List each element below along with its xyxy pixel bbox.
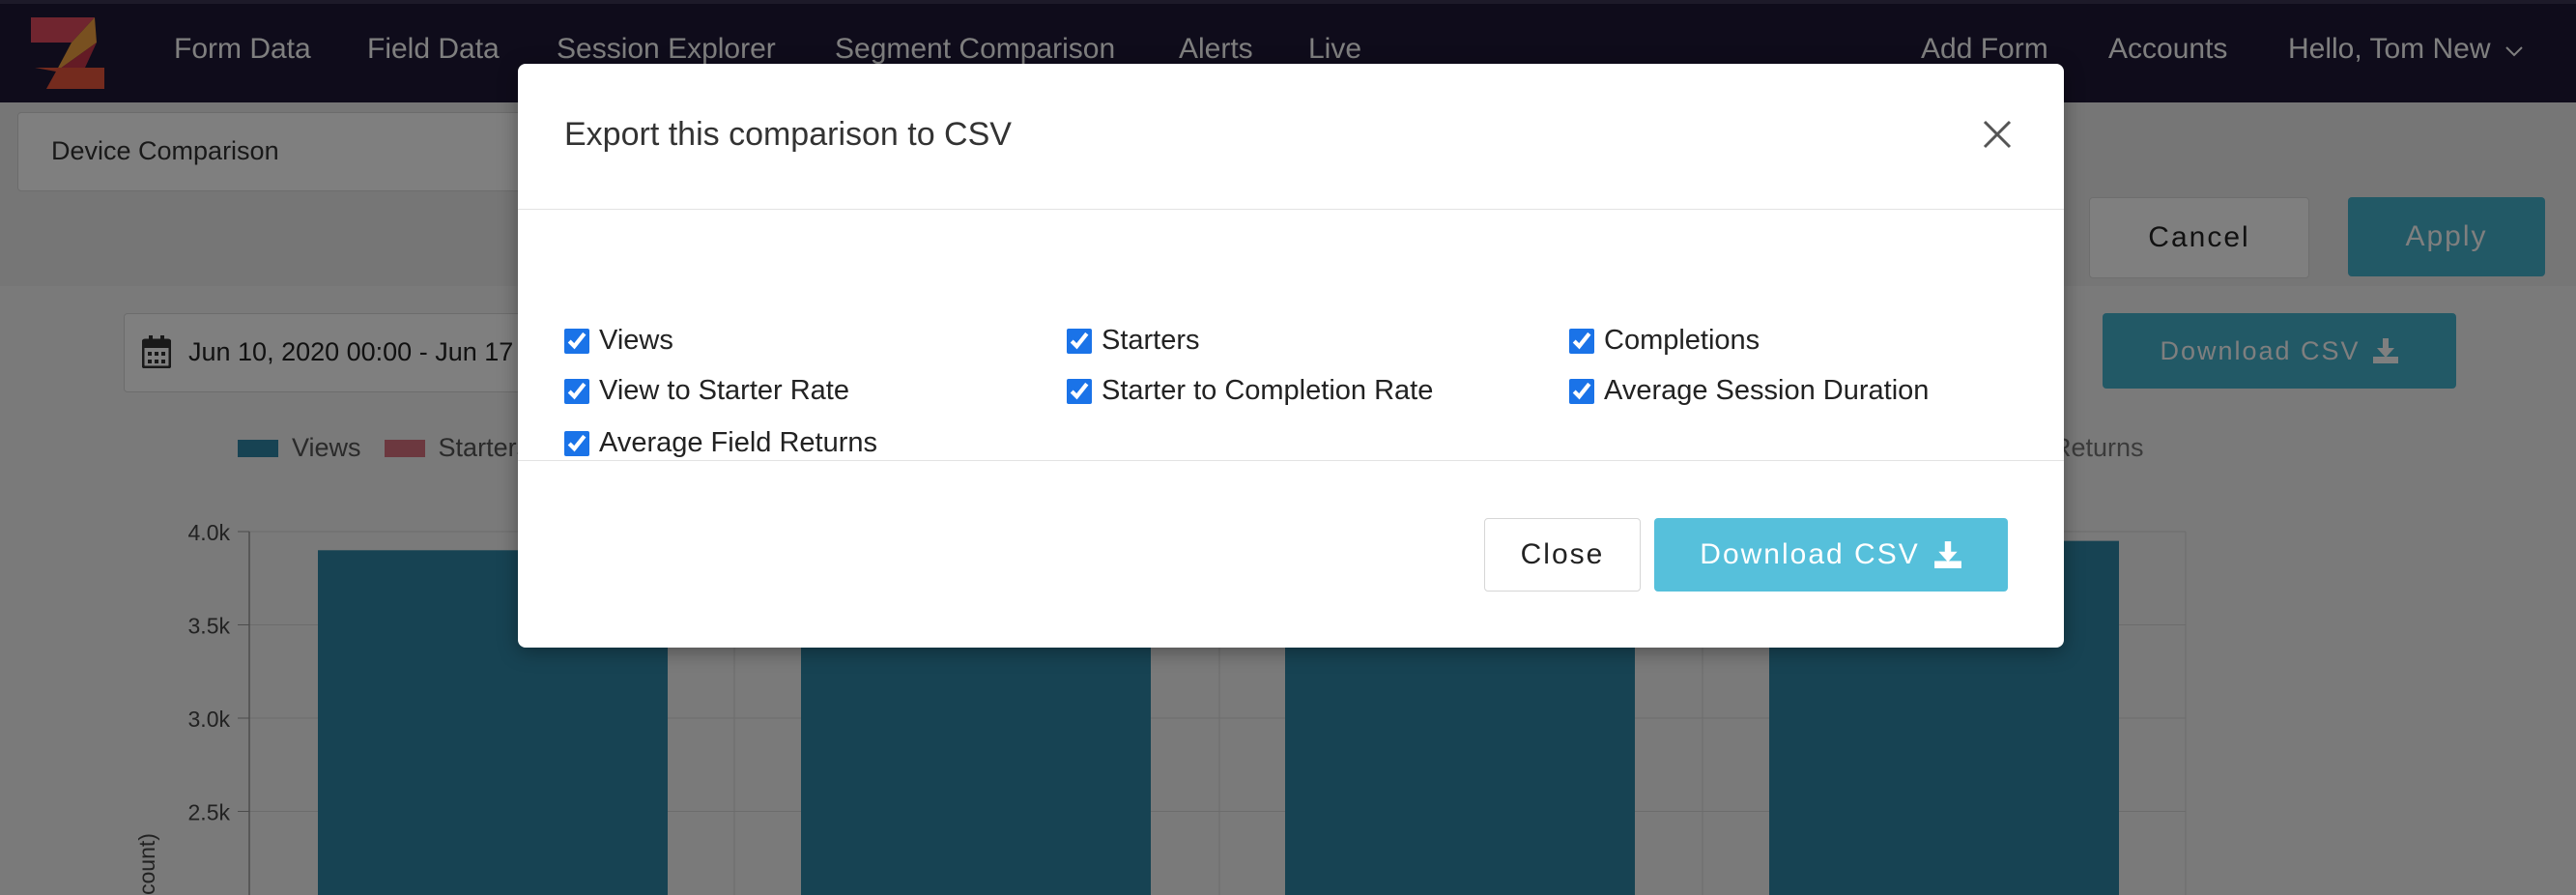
option-label: Views xyxy=(599,325,673,356)
option-label: Average Session Duration xyxy=(1604,375,1930,406)
checkbox-starter-to-completion-rate[interactable] xyxy=(1067,378,1092,404)
option-label: Average Field Returns xyxy=(599,427,878,458)
option-label: Completions xyxy=(1604,325,1760,356)
export-csv-modal: Export this comparison to CSV Views Star… xyxy=(518,64,2064,648)
close-icon[interactable] xyxy=(1975,112,2019,157)
option-label: View to Starter Rate xyxy=(599,375,849,406)
option-average-field-returns[interactable]: Average Field Returns xyxy=(564,427,877,459)
checkbox-average-field-returns[interactable] xyxy=(564,430,589,456)
option-completions[interactable]: Completions xyxy=(1569,325,1760,357)
modal-header: Export this comparison to CSV xyxy=(518,64,2064,210)
modal-download-csv-label: Download CSV xyxy=(1700,538,1920,570)
close-button[interactable]: Close xyxy=(1484,518,1641,592)
modal-title: Export this comparison to CSV xyxy=(564,116,1012,153)
option-average-session-duration[interactable]: Average Session Duration xyxy=(1569,375,1929,407)
option-starters[interactable]: Starters xyxy=(1067,325,1200,357)
checkbox-starters[interactable] xyxy=(1067,328,1092,354)
checkbox-average-session-duration[interactable] xyxy=(1569,378,1594,404)
checkbox-completions[interactable] xyxy=(1569,328,1594,354)
modal-download-csv-button[interactable]: Download CSV xyxy=(1654,518,2008,592)
option-view-to-starter-rate[interactable]: View to Starter Rate xyxy=(564,375,849,407)
checkbox-views[interactable] xyxy=(564,328,589,354)
option-label: Starters xyxy=(1102,325,1200,356)
option-label: Starter to Completion Rate xyxy=(1102,375,1434,406)
modal-body: Views Starters Completions View to Start… xyxy=(518,209,2064,461)
option-starter-to-completion-rate[interactable]: Starter to Completion Rate xyxy=(1067,375,1433,407)
option-views[interactable]: Views xyxy=(564,325,673,357)
checkbox-view-to-starter-rate[interactable] xyxy=(564,378,589,404)
download-icon xyxy=(1933,541,1961,568)
